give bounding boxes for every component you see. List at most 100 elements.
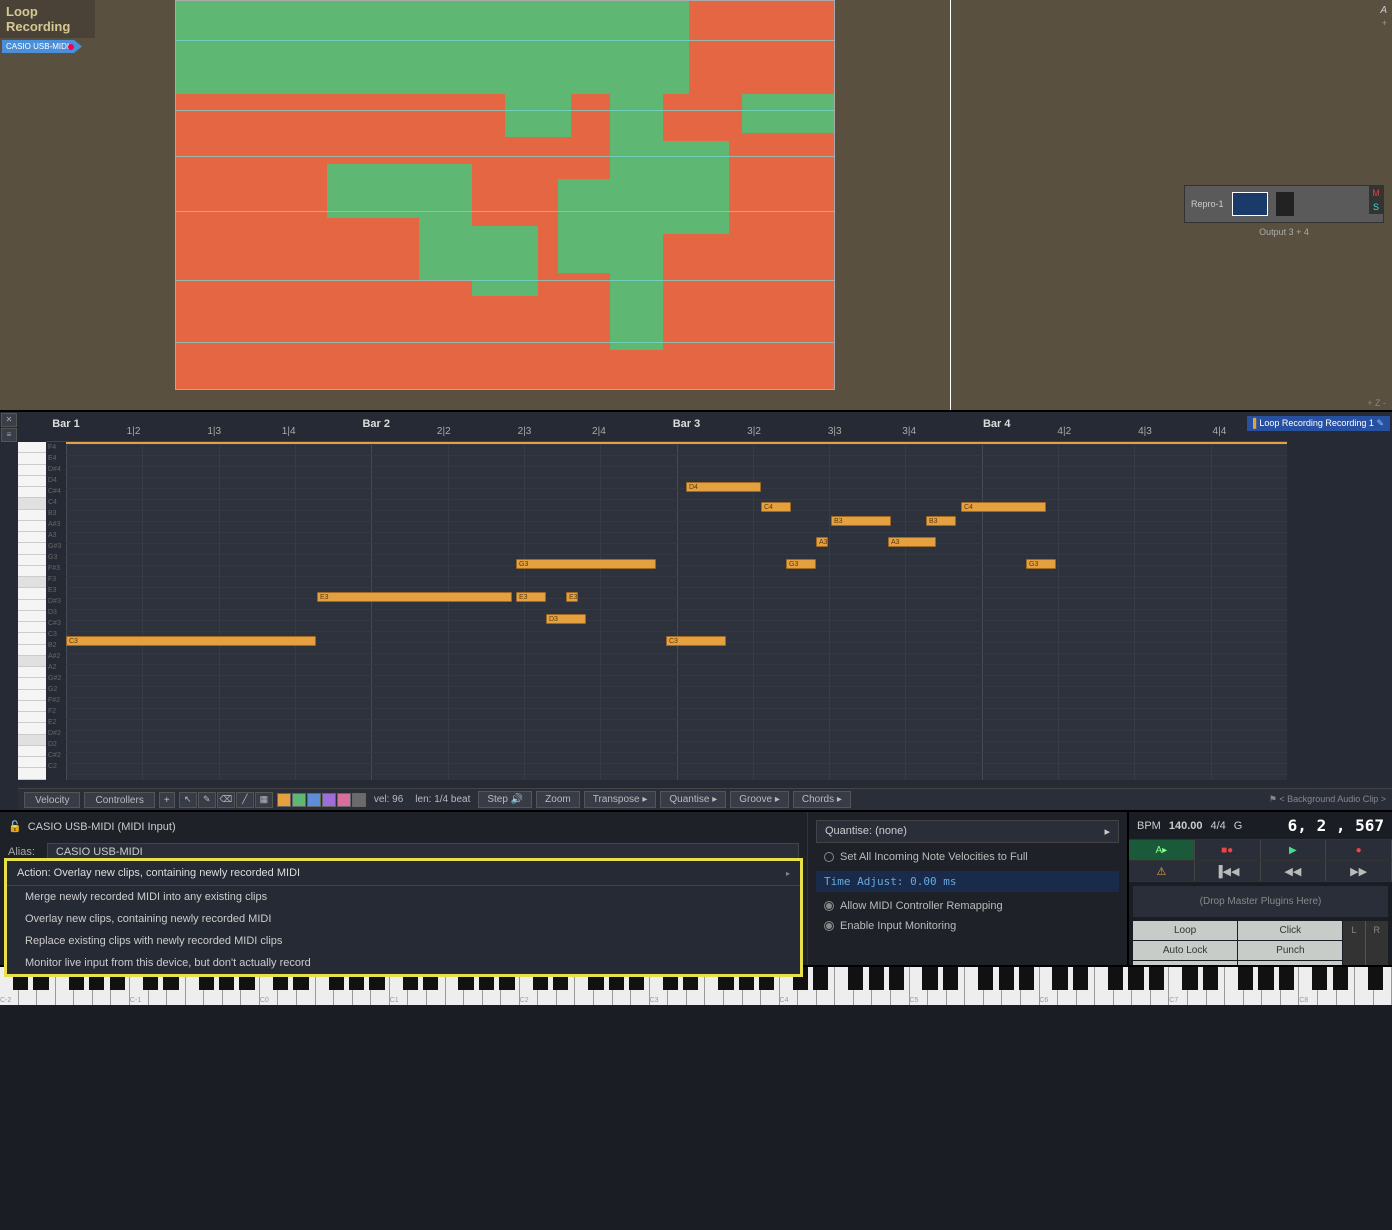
master-plugin-drop[interactable]: (Drop Master Plugins Here)	[1133, 886, 1388, 917]
output-routing[interactable]: Output 3 + 4	[1184, 227, 1384, 237]
color-swatch[interactable]	[352, 793, 366, 807]
warning-icon[interactable]: ⚠	[1129, 861, 1195, 881]
timecode-display[interactable]: 6, 2 , 567	[1288, 816, 1384, 835]
time-ruler[interactable]: Bar 1 1|2 1|3 1|4 Bar 2 2|2 2|3 2|4 Bar …	[46, 412, 1287, 442]
record-button[interactable]: ●	[1326, 840, 1392, 860]
chevron-right-icon: ▸	[786, 869, 790, 878]
velocities-full-option[interactable]: Set All Incoming Note Velocities to Full	[816, 847, 1119, 867]
click-button[interactable]: Click	[1238, 921, 1342, 940]
menu-icon[interactable]: ≡	[1, 428, 17, 442]
color-swatch[interactable]	[322, 793, 336, 807]
erase-tool-icon[interactable]: ⌫	[217, 792, 235, 808]
midi-editor: ✕ ≡ Bar 1 1|2 1|3 1|4 Bar 2 2|2 2|3 2|4 …	[0, 410, 1392, 810]
enable-monitor-option[interactable]: Enable Input Monitoring	[816, 916, 1119, 936]
quantise-properties: Quantise: (none)▸ Set All Incoming Note …	[807, 812, 1127, 965]
midi-note[interactable]: C4	[761, 502, 791, 512]
clip-lane[interactable]: A + Repro-1 M S Output 3 + 4 + Z -	[95, 0, 1392, 410]
plugin-slot[interactable]: Repro-1 M S	[1184, 185, 1384, 223]
loop-button[interactable]: Loop	[1133, 921, 1237, 940]
transport-display: BPM 140.00 4/4 G 6, 2 , 567	[1129, 812, 1392, 840]
rewind-start-button[interactable]: ▐◀◀	[1195, 861, 1261, 881]
zoom-button[interactable]: Zoom	[536, 791, 580, 808]
playhead[interactable]	[950, 0, 951, 410]
midi-note[interactable]: B3	[926, 516, 956, 526]
midi-note[interactable]: C3	[66, 636, 316, 646]
color-swatch[interactable]	[337, 793, 351, 807]
midi-note[interactable]: E3	[566, 592, 578, 602]
action-menu-item[interactable]: Replace existing clips with newly record…	[7, 930, 800, 952]
paint-tool-icon[interactable]: ▦	[255, 792, 273, 808]
rewind-button[interactable]: ◀◀	[1261, 861, 1327, 881]
solo-button[interactable]: S	[1369, 200, 1383, 214]
pencil-tool-icon[interactable]: ✎	[198, 792, 216, 808]
time-adjust-field[interactable]: Time Adjust: 0.00 ms	[816, 871, 1119, 892]
add-lane-button[interactable]: +	[159, 792, 175, 808]
record-mode-button[interactable]: ■●	[1195, 840, 1261, 860]
color-swatch[interactable]	[292, 793, 306, 807]
midi-note[interactable]: E3	[516, 592, 546, 602]
controllers-tab[interactable]: Controllers	[84, 792, 154, 808]
midi-note[interactable]: G3	[1026, 559, 1056, 569]
track-header[interactable]: Loop Recording CASIO USB-MIDI	[0, 0, 95, 410]
action-menu-item[interactable]: Monitor live input from this device, but…	[7, 952, 800, 974]
transpose-button[interactable]: Transpose ▸	[584, 791, 657, 808]
midi-note[interactable]: C4	[961, 502, 1046, 512]
plugin-preview-thumb	[1232, 192, 1268, 216]
midi-note[interactable]: C3	[666, 636, 726, 646]
midi-input-tag[interactable]: CASIO USB-MIDI	[2, 40, 82, 53]
play-button[interactable]: ▶	[1261, 840, 1327, 860]
transport-section: BPM 140.00 4/4 G 6, 2 , 567 A▸ ■● ▶ ● ⚠ …	[1127, 812, 1392, 965]
timesig-value[interactable]: 4/4	[1211, 820, 1226, 832]
groove-button[interactable]: Groove ▸	[730, 791, 789, 808]
midi-note[interactable]: E3	[317, 592, 512, 602]
punch-button[interactable]: Punch	[1238, 941, 1342, 960]
action-menu-item[interactable]: Overlay new clips, containing newly reco…	[7, 908, 800, 930]
autolock-button[interactable]: Auto Lock	[1133, 941, 1237, 960]
alias-label: Alias:	[8, 846, 35, 858]
midi-note[interactable]: D3	[546, 614, 586, 624]
key-value[interactable]: G	[1234, 820, 1243, 832]
clip-name-badge[interactable]: ▌Loop Recording Recording 1 ✎	[1247, 416, 1390, 431]
midi-note[interactable]: A3	[816, 537, 828, 547]
pointer-tool-icon[interactable]: ↖	[179, 792, 197, 808]
marker-a[interactable]: A	[1380, 5, 1387, 16]
action-dropdown-header[interactable]: Action: Overlay new clips, containing ne…	[7, 861, 800, 886]
midi-clip-preview[interactable]	[175, 0, 835, 390]
close-icon[interactable]: ✕	[1, 413, 17, 427]
color-swatch[interactable]	[307, 793, 321, 807]
forward-button[interactable]: ▶▶	[1326, 861, 1392, 881]
quantise-button[interactable]: Quantise ▸	[660, 791, 726, 808]
bpm-label: BPM	[1137, 820, 1161, 832]
mute-button[interactable]: M	[1369, 186, 1383, 200]
tool-icons: ↖ ✎ ⌫ ╱ ▦	[179, 792, 273, 808]
quantise-dropdown[interactable]: Quantise: (none)▸	[816, 820, 1119, 843]
midi-input-label: CASIO USB-MIDI	[6, 42, 69, 51]
panel-title: 🔓 CASIO USB-MIDI (MIDI Input)	[8, 816, 799, 837]
properties-panel: 🔓 CASIO USB-MIDI (MIDI Input) Alias: CAS…	[0, 810, 1392, 965]
automation-button[interactable]: A▸	[1129, 840, 1195, 860]
midi-note[interactable]: B3	[831, 516, 891, 526]
allow-remap-option[interactable]: Allow MIDI Controller Remapping	[816, 896, 1119, 916]
color-swatch[interactable]	[277, 793, 291, 807]
transport-buttons-1: A▸ ■● ▶ ●	[1129, 840, 1392, 861]
chords-button[interactable]: Chords ▸	[793, 791, 851, 808]
midi-note[interactable]: G3	[786, 559, 816, 569]
plugin-chain: Repro-1 M S Output 3 + 4	[1184, 185, 1384, 237]
velocity-tab[interactable]: Velocity	[24, 792, 80, 808]
lock-icon[interactable]: 🔓	[8, 820, 22, 833]
plugin-meter	[1276, 192, 1294, 216]
marker-add-icon[interactable]: +	[1382, 18, 1387, 28]
piano-roll-keys[interactable]	[18, 442, 46, 780]
action-menu-item[interactable]: Merge newly recorded MIDI into any exist…	[7, 886, 800, 908]
midi-note[interactable]: A3	[888, 537, 936, 547]
midi-note[interactable]: G3	[516, 559, 656, 569]
background-clip-selector[interactable]: ⚑ < Background Audio Clip >	[1269, 794, 1386, 805]
length-label: len: 1/4 beat	[411, 794, 474, 805]
midi-note[interactable]: D4	[686, 482, 761, 492]
note-grid[interactable]: C3E3G3E3D3E3C3D4C4G3A3B3A3B3C4G3	[66, 444, 1287, 780]
line-tool-icon[interactable]: ╱	[236, 792, 254, 808]
record-arm-icon[interactable]	[68, 44, 74, 50]
bpm-value[interactable]: 140.00	[1169, 820, 1203, 832]
step-button[interactable]: Step 🔊	[478, 791, 532, 808]
zoom-controls[interactable]: + Z -	[1367, 398, 1386, 408]
